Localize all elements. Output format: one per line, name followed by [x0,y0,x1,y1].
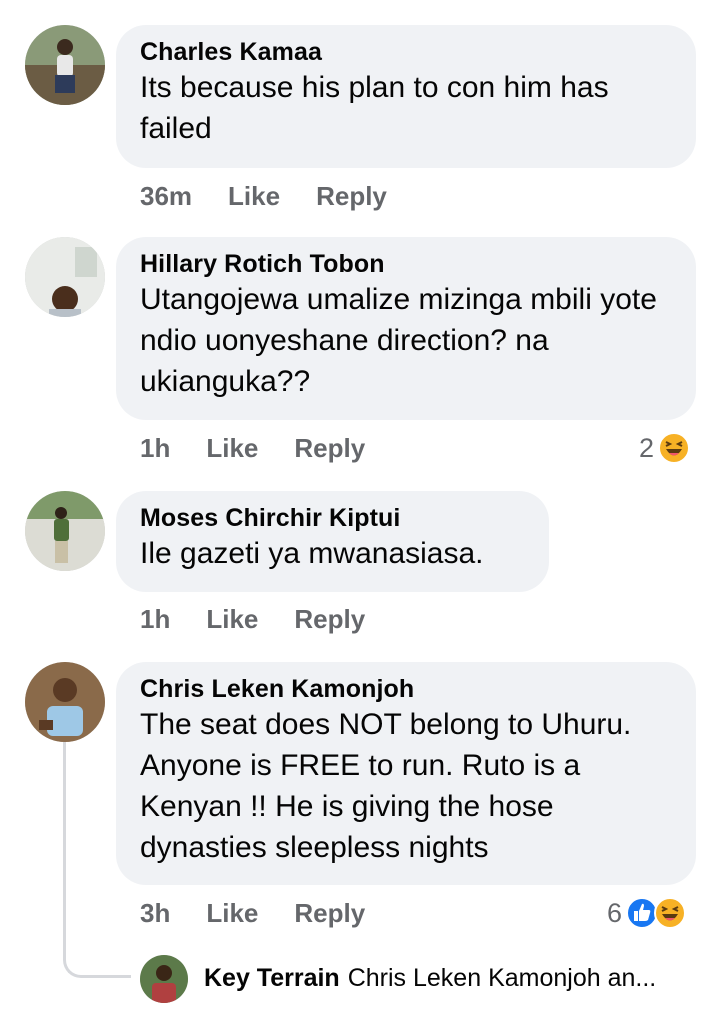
comment-timestamp[interactable]: 36m [140,181,192,211]
like-button[interactable]: Like [206,604,258,634]
avatar-photo [25,237,105,317]
comment-timestamp[interactable]: 1h [140,604,170,634]
reply-button[interactable]: Reply [294,604,365,634]
comment-bubble: Hillary Rotich Tobon Utangojewa umalize … [116,237,696,420]
comment-actions: 36m Like Reply [140,181,423,211]
haha-icon [654,897,687,929]
comment-timestamp[interactable]: 3h [140,898,170,928]
reply-button[interactable]: Reply [294,898,365,928]
comment-bubble: Chris Leken Kamonjoh The seat does NOT b… [116,662,696,885]
avatar-photo [25,25,105,105]
reaction-count: 6 [607,898,623,928]
comment-actions: 1h Like Reply [140,604,401,634]
comment-actions: 3h Like Reply [140,898,401,928]
comment-author[interactable]: Moses Chirchir Kiptui [140,503,525,533]
like-button[interactable]: Like [228,181,280,211]
comment-text: Ile gazeti ya mwanasiasa. [140,537,484,570]
avatar-charles-kamaa[interactable] [25,25,105,105]
comment-author[interactable]: Chris Leken Kamonjoh [140,674,672,704]
reply-button[interactable]: Reply [316,181,387,211]
haha-icon [658,432,691,464]
avatar-hillary-rotich-tobon[interactable] [25,237,105,317]
avatar-photo [25,491,105,571]
comment-text: The seat does NOT belong to Uhuru. Anyon… [140,708,632,864]
avatar-photo [140,955,188,1003]
reaction-summary[interactable]: 2 [639,432,691,464]
comment-bubble: Moses Chirchir Kiptui Ile gazeti ya mwan… [116,491,549,592]
reply-preview[interactable]: Key Terrain Chris Leken Kamonjoh an... [204,962,656,994]
reply-button[interactable]: Reply [294,433,365,463]
comment-bubble: Charles Kamaa Its because his plan to co… [116,25,696,168]
comment-text: Utangojewa umalize mizinga mbili yote nd… [140,283,657,398]
comment-text: Its because his plan to con him has fail… [140,71,609,145]
reply-author: Key Terrain [204,964,340,992]
reply-text: Chris Leken Kamonjoh an... [347,964,657,992]
avatar-photo [25,662,105,742]
comment-author[interactable]: Hillary Rotich Tobon [140,249,672,279]
reaction-summary[interactable]: 6 [607,897,687,929]
comment-timestamp[interactable]: 1h [140,433,170,463]
reaction-count: 2 [639,433,655,463]
comment-actions: 1h Like Reply [140,433,401,463]
avatar-chris-leken-kamonjoh[interactable] [25,662,105,742]
like-button[interactable]: Like [206,433,258,463]
avatar-moses-chirchir-kiptui[interactable] [25,491,105,571]
comment-author[interactable]: Charles Kamaa [140,37,672,67]
avatar-key-terrain[interactable] [140,955,188,1003]
like-button[interactable]: Like [206,898,258,928]
